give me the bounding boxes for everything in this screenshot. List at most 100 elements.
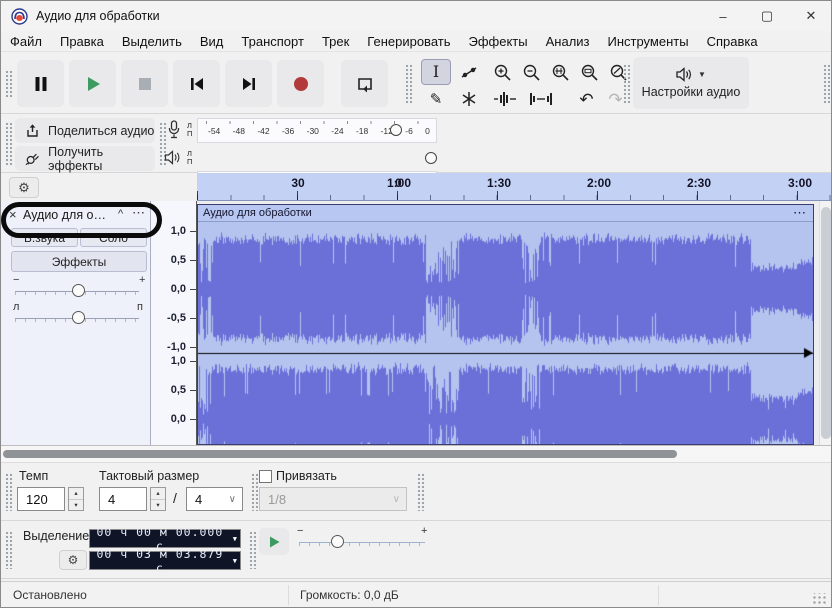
draw-tool-button[interactable]: ✎ xyxy=(421,86,451,112)
snap-checkbox[interactable] xyxy=(259,470,272,483)
play-icon xyxy=(87,76,100,91)
beats-input[interactable]: 4 xyxy=(99,487,147,511)
play-button[interactable] xyxy=(69,60,116,107)
toolbar-grip[interactable] xyxy=(5,531,12,569)
speed-slider-ticks xyxy=(299,543,425,546)
skip-to-end-button[interactable] xyxy=(225,60,272,107)
snap-label: Привязать xyxy=(276,469,337,483)
clip-menu-icon[interactable]: ⋯ xyxy=(793,205,806,221)
menu-generate[interactable]: Генерировать xyxy=(358,34,459,49)
silence-audio-button[interactable] xyxy=(525,86,557,112)
track-effects-button[interactable]: Эффекты xyxy=(11,251,147,272)
toolbar-grip[interactable] xyxy=(417,473,424,511)
tempo-input[interactable]: 120 xyxy=(17,487,65,511)
note-value-select[interactable]: 4 ∨ xyxy=(186,487,243,511)
plug-icon xyxy=(25,153,39,166)
window-resize-grip[interactable] xyxy=(813,593,827,605)
beats-spinner[interactable]: ▴ ▾ xyxy=(150,487,166,511)
fit-project-button[interactable] xyxy=(576,59,603,85)
dropdown-arrow-icon[interactable]: ▼ xyxy=(233,557,237,565)
undo-button[interactable]: ↶ xyxy=(573,86,600,112)
waveform[interactable] xyxy=(198,222,813,444)
menu-file[interactable]: Файл xyxy=(1,34,51,49)
menu-help[interactable]: Справка xyxy=(698,34,767,49)
selection-tool-button[interactable]: I xyxy=(421,59,451,85)
ibeam-icon: I xyxy=(432,62,440,81)
toolbar-grip[interactable] xyxy=(5,70,12,98)
selection-options-button[interactable]: ⚙ xyxy=(59,550,87,570)
trim-audio-button[interactable] xyxy=(489,86,521,112)
minimize-button[interactable]: – xyxy=(701,1,745,31)
speed-slider-knob[interactable] xyxy=(331,535,344,548)
selection-end-field[interactable]: 00 ч 03 м 03.879 с ▼ xyxy=(89,547,241,575)
skip-to-end-icon xyxy=(242,77,255,90)
playback-speaker-icon xyxy=(164,150,180,165)
timeline-ruler[interactable]: 0 30 1:00 1:30 2:00 2:30 3:00 xyxy=(197,173,831,201)
zoom-in-icon xyxy=(494,64,511,81)
menu-tracks[interactable]: Трек xyxy=(313,34,358,49)
silence-audio-icon xyxy=(530,93,552,105)
dropdown-arrow-icon: ▼ xyxy=(698,70,706,79)
stop-icon xyxy=(138,77,151,90)
audacity-logo-icon xyxy=(11,7,28,25)
loop-button[interactable] xyxy=(341,60,388,107)
loop-icon xyxy=(357,77,372,92)
vertical-scale-ruler[interactable]: 1,0 0,5 0,0 -0,5 -1,0 1,0 0,5 0,0 xyxy=(151,201,197,445)
timeline-options-button[interactable]: ⚙ xyxy=(9,177,39,198)
vertical-scrollbar-thumb[interactable] xyxy=(821,207,831,439)
toolbar-grip[interactable] xyxy=(251,473,258,511)
maximize-button[interactable]: ▢ xyxy=(745,1,789,31)
selection-start-field[interactable]: 00 ч 00 м 00.000 с ▼ xyxy=(89,525,241,553)
share-audio-button[interactable]: Поделиться аудио xyxy=(15,118,155,143)
audio-setup-button[interactable]: ▼ Настройки аудио xyxy=(633,57,749,109)
selection-toolbar: Выделение ⚙ 00 ч 00 м 00.000 с ▼ 00 ч 03… xyxy=(1,521,831,579)
menu-select[interactable]: Выделить xyxy=(113,34,191,49)
menu-transport[interactable]: Транспорт xyxy=(232,34,313,49)
share-and-meter-toolbar: Поделиться аудио Получить эффекты ЛП -54… xyxy=(1,114,831,196)
play-at-speed-button[interactable] xyxy=(259,528,289,555)
horizontal-scrollbar-thumb[interactable] xyxy=(3,450,677,458)
stop-button[interactable] xyxy=(121,60,168,107)
play-at-speed-icon xyxy=(270,536,280,547)
time-signature-label: Тактовый размер xyxy=(99,469,200,483)
clip-header[interactable]: Аудио для обработки ⋯ xyxy=(198,205,813,222)
toolbar-grip[interactable] xyxy=(5,473,12,511)
zoom-to-selection-button[interactable] xyxy=(547,59,574,85)
menu-view[interactable]: Вид xyxy=(191,34,233,49)
menu-bar: Файл Правка Выделить Вид Транспорт Трек … xyxy=(1,31,831,51)
window-title: Аудио для обработки xyxy=(36,9,160,23)
microphone-icon xyxy=(168,120,180,139)
toolbar-grip[interactable] xyxy=(405,64,412,104)
menu-effects[interactable]: Эффекты xyxy=(460,34,537,49)
playback-volume-slider[interactable] xyxy=(425,152,437,164)
fit-project-icon xyxy=(581,64,598,81)
toolbar-grip[interactable] xyxy=(623,64,630,104)
get-effects-button[interactable]: Получить эффекты xyxy=(15,145,155,173)
chevron-down-icon: ∨ xyxy=(228,493,236,505)
title-bar: Аудио для обработки – ▢ ✕ xyxy=(1,1,831,31)
toolbar-grip[interactable] xyxy=(249,531,256,569)
redo-icon: ↷ xyxy=(608,89,623,109)
envelope-tool-button[interactable] xyxy=(454,59,484,85)
menu-edit[interactable]: Правка xyxy=(51,34,113,49)
gain-slider-knob[interactable] xyxy=(72,284,85,297)
annotation-highlight-oval xyxy=(1,202,162,238)
snap-value-select[interactable]: 1/8 ∨ xyxy=(259,487,407,511)
toolbar-grip[interactable] xyxy=(823,64,830,104)
audio-clip[interactable]: Аудио для обработки ⋯ xyxy=(197,204,814,445)
skip-to-start-button[interactable] xyxy=(173,60,220,107)
menu-tools[interactable]: Инструменты xyxy=(599,34,698,49)
menu-analyze[interactable]: Анализ xyxy=(537,34,599,49)
zoom-out-button[interactable] xyxy=(518,59,545,85)
pan-slider-knob[interactable] xyxy=(72,311,85,324)
dropdown-arrow-icon[interactable]: ▼ xyxy=(233,535,237,543)
record-button[interactable] xyxy=(277,60,324,107)
record-volume-slider[interactable] xyxy=(390,124,402,136)
zoom-in-button[interactable] xyxy=(489,59,516,85)
share-icon xyxy=(27,124,38,137)
multi-tool-button[interactable] xyxy=(454,86,484,112)
toolbar-grip[interactable] xyxy=(5,122,12,166)
pause-button[interactable] xyxy=(17,60,64,107)
tempo-spinner[interactable]: ▴ ▾ xyxy=(68,487,84,511)
close-button[interactable]: ✕ xyxy=(789,1,831,31)
